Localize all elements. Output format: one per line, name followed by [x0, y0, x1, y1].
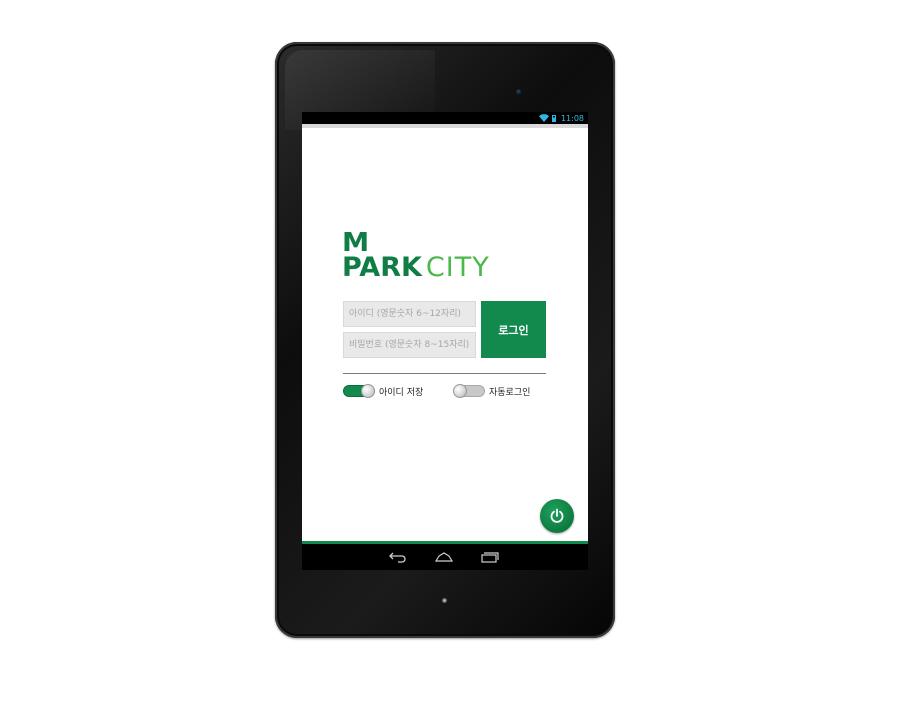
toggle-knob [361, 384, 375, 398]
recent-apps-button[interactable] [481, 550, 499, 564]
wifi-icon [538, 114, 549, 122]
login-button[interactable]: 로그인 [481, 301, 546, 358]
home-button[interactable] [435, 550, 453, 564]
tablet-device-frame: 11:08 M PARK CITY 아이디 (영문숫자 6~12자리) 비밀번호… [275, 42, 615, 638]
power-icon [550, 508, 564, 523]
status-bar: 11:08 [302, 112, 588, 124]
login-screen: M PARK CITY 아이디 (영문숫자 6~12자리) 비밀번호 (영문숫자… [302, 124, 588, 544]
back-icon [389, 552, 406, 563]
power-button[interactable] [540, 499, 574, 533]
logo-m: M [342, 228, 371, 258]
save-id-label: 아이디 저장 [379, 387, 424, 398]
logo-city: CITY [425, 252, 490, 283]
front-camera [516, 89, 522, 95]
battery-icon [551, 114, 556, 122]
save-id-toggle[interactable] [343, 384, 375, 398]
password-input[interactable]: 비밀번호 (영문숫자 8~15자리) [343, 332, 476, 358]
logo-wordmark: PARK CITY [342, 252, 548, 283]
recent-apps-icon [481, 552, 499, 563]
divider [343, 373, 546, 374]
toggle-knob [453, 384, 467, 398]
notification-led [442, 598, 447, 603]
tablet-screen: 11:08 M PARK CITY 아이디 (영문숫자 6~12자리) 비밀번호… [302, 112, 588, 570]
navigation-bar [302, 544, 588, 570]
auto-login-toggle[interactable] [453, 384, 485, 398]
auto-login-option[interactable]: 자동로그인 [453, 384, 530, 398]
home-icon [435, 552, 453, 562]
status-clock: 11:08 [560, 113, 584, 123]
mparkcity-logo: M PARK CITY [342, 230, 548, 283]
save-id-option[interactable]: 아이디 저장 [343, 384, 423, 398]
back-button[interactable] [389, 550, 407, 564]
id-input[interactable]: 아이디 (영문숫자 6~12자리) [343, 301, 476, 327]
auto-login-label: 자동로그인 [489, 387, 531, 398]
status-icons: 11:08 [538, 112, 584, 124]
logo-park: PARK [342, 252, 422, 283]
